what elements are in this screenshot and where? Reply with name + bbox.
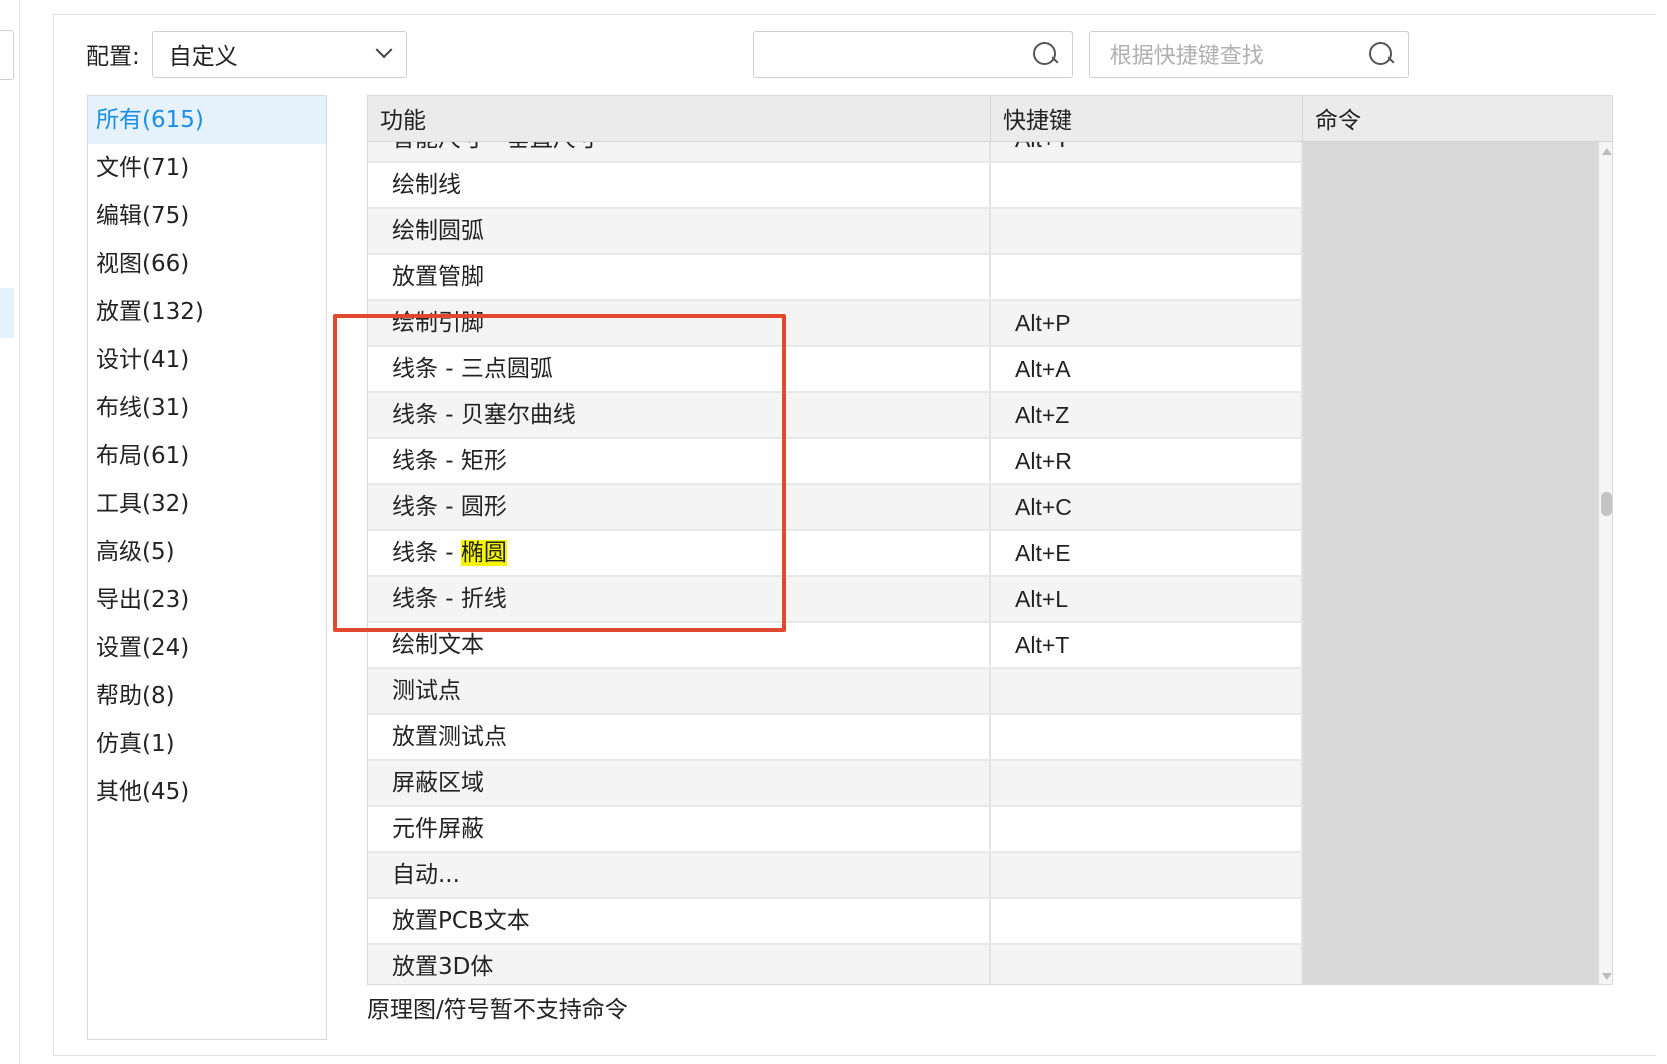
category-item-place[interactable]: 放置(132)	[88, 288, 326, 336]
category-item-all[interactable]: 所有(615)	[88, 96, 326, 144]
shortcut-cell[interactable]	[991, 945, 1303, 984]
config-select[interactable]: 自定义	[151, 30, 407, 78]
table-header: 功能 快捷键 命令	[368, 96, 1612, 142]
column-header-function[interactable]: 功能	[368, 96, 991, 142]
function-cell: 线条 - 贝塞尔曲线	[368, 393, 991, 437]
shortcut-search-input[interactable]: 根据快捷键查找	[1088, 30, 1409, 78]
search-icon[interactable]	[1032, 41, 1058, 67]
function-cell: 测试点	[368, 669, 991, 713]
search-icon[interactable]	[1368, 41, 1394, 67]
function-cell: 绘制文本	[368, 623, 991, 667]
function-cell: 智能尺寸 - 垂直尺寸	[368, 142, 991, 161]
function-cell: 绘制引脚	[368, 301, 991, 345]
chevron-down-icon	[375, 41, 393, 59]
shortcut-cell[interactable]: Alt+P	[991, 301, 1303, 345]
function-cell: 绘制线	[368, 163, 991, 207]
config-label: 配置:	[86, 44, 140, 70]
shortcut-cell[interactable]	[991, 761, 1303, 805]
shortcut-cell[interactable]	[991, 807, 1303, 851]
category-item-design[interactable]: 设计(41)	[88, 336, 326, 384]
shortcut-cell[interactable]	[991, 669, 1303, 713]
category-item-tools[interactable]: 工具(32)	[88, 480, 326, 528]
category-item-layout[interactable]: 布局(61)	[88, 432, 326, 480]
function-cell: 线条 - 圆形	[368, 485, 991, 529]
shortcut-cell[interactable]	[991, 853, 1303, 897]
function-cell: 线条 - 折线	[368, 577, 991, 621]
scroll-thumb[interactable]	[1601, 492, 1612, 516]
shortcut-cell[interactable]	[991, 899, 1303, 943]
shortcut-cell[interactable]: Alt+T	[991, 623, 1303, 667]
category-item-file[interactable]: 文件(71)	[88, 144, 326, 192]
function-cell: 放置测试点	[368, 715, 991, 759]
shortcut-cell[interactable]	[991, 715, 1303, 759]
function-search-input[interactable]	[752, 30, 1073, 78]
shortcut-cell[interactable]	[991, 255, 1303, 299]
function-cell: 自动...	[368, 853, 991, 897]
category-item-advanced[interactable]: 高级(5)	[88, 528, 326, 576]
function-prefix: 线条 -	[392, 540, 461, 566]
column-header-shortcut[interactable]: 快捷键	[991, 96, 1303, 142]
shortcut-cell[interactable]: Alt+L	[991, 577, 1303, 621]
side-tab-active[interactable]	[0, 288, 14, 338]
config-select-value: 自定义	[168, 44, 238, 70]
category-list: 所有(615) 文件(71) 编辑(75) 视图(66) 放置(132) 设计(…	[87, 95, 327, 1040]
shortcut-cell[interactable]: Alt+Z	[991, 393, 1303, 437]
category-item-view[interactable]: 视图(66)	[88, 240, 326, 288]
function-cell: 线条 - 椭圆	[368, 531, 991, 575]
side-tab[interactable]	[0, 30, 14, 80]
function-cell: 线条 - 矩形	[368, 439, 991, 483]
scroll-up-icon[interactable]	[1602, 148, 1612, 155]
column-header-command[interactable]: 命令	[1303, 96, 1612, 142]
shortcut-cell[interactable]: Alt+T	[991, 142, 1303, 161]
function-cell: 元件屏蔽	[368, 807, 991, 851]
shortcut-cell[interactable]: Alt+C	[991, 485, 1303, 529]
shortcut-cell[interactable]	[991, 163, 1303, 207]
function-cell: 放置3D体	[368, 945, 991, 984]
shortcut-table: 功能 快捷键 命令 智能尺寸 - 垂直尺寸Alt+T 绘制线 绘制圆弧 放置管脚…	[367, 95, 1613, 985]
command-unsupported-note: 原理图/符号暂不支持命令	[367, 997, 628, 1023]
function-cell: 线条 - 三点圆弧	[368, 347, 991, 391]
category-item-simulation[interactable]: 仿真(1)	[88, 720, 326, 768]
function-cell: 放置PCB文本	[368, 899, 991, 943]
category-item-export[interactable]: 导出(23)	[88, 576, 326, 624]
category-item-route[interactable]: 布线(31)	[88, 384, 326, 432]
category-item-other[interactable]: 其他(45)	[88, 768, 326, 816]
function-cell: 屏蔽区域	[368, 761, 991, 805]
function-cell: 放置管脚	[368, 255, 991, 299]
shortcut-cell[interactable]: Alt+A	[991, 347, 1303, 391]
category-item-help[interactable]: 帮助(8)	[88, 672, 326, 720]
category-item-edit[interactable]: 编辑(75)	[88, 192, 326, 240]
command-column-disabled	[1303, 142, 1599, 984]
scroll-down-icon[interactable]	[1602, 973, 1612, 980]
category-item-settings[interactable]: 设置(24)	[88, 624, 326, 672]
toolbar: 配置: 自定义 根据快捷键查找	[86, 30, 1409, 78]
shortcut-cell[interactable]: Alt+E	[991, 531, 1303, 575]
shortcut-search-placeholder: 根据快捷键查找	[1109, 44, 1264, 69]
search-highlight: 椭圆	[460, 540, 507, 566]
shortcut-cell[interactable]: Alt+R	[991, 439, 1303, 483]
function-cell: 绘制圆弧	[368, 209, 991, 253]
vertical-scrollbar[interactable]	[1599, 142, 1612, 984]
shortcut-cell[interactable]	[991, 209, 1303, 253]
side-strip	[0, 0, 20, 1064]
